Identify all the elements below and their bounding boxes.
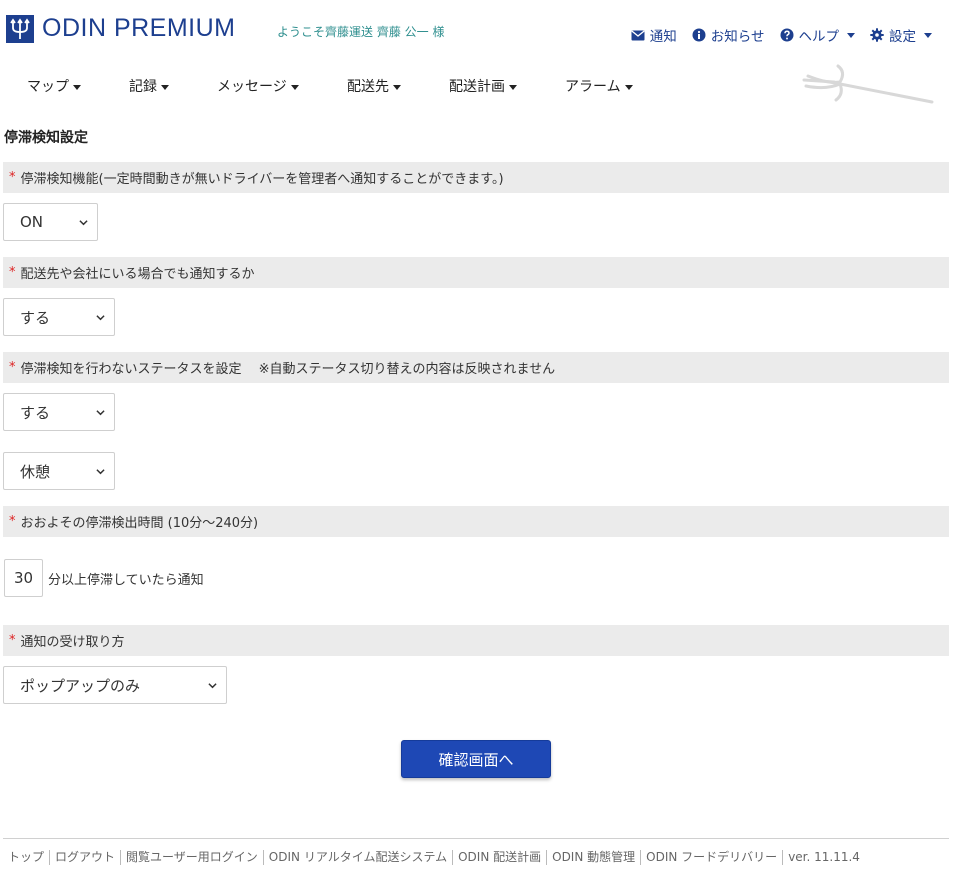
chevron-down-icon <box>290 84 299 90</box>
nav-plans[interactable]: 配送計画 <box>449 76 517 96</box>
required-mark: * <box>9 265 16 280</box>
status-enable-select[interactable]: する <box>3 393 115 431</box>
chevron-down-icon <box>161 84 169 90</box>
section-duration: * おおよその停滞検出時間 (10分～240分) <box>3 506 949 537</box>
chevron-down-icon <box>208 683 217 689</box>
app-header: ODIN PREMIUM ようこそ齊藤運送 齊藤 公一 様 通知 お知らせ ヘル… <box>0 0 954 60</box>
footer: トップ ログアウト 閲覧ユーザー用ログイン ODIN リアルタイム配送システム … <box>4 850 865 865</box>
duration-input[interactable]: 30 <box>4 559 43 597</box>
question-icon <box>780 28 793 42</box>
nav-messages-label: メッセージ <box>217 79 287 95</box>
notify-label: 通知 <box>649 29 677 45</box>
required-mark: * <box>9 514 16 529</box>
news-link[interactable]: お知らせ <box>692 25 765 45</box>
footer-link-plans[interactable]: ODIN 配送計画 <box>452 850 546 865</box>
envelope-icon <box>631 29 645 40</box>
required-mark: * <box>9 633 16 648</box>
chevron-down-icon <box>847 32 855 38</box>
news-label: お知らせ <box>710 29 765 45</box>
receive-select[interactable]: ポップアップのみ <box>3 666 227 704</box>
info-icon <box>692 28 706 42</box>
nav-plans-label: 配送計画 <box>449 79 505 95</box>
chevron-down-icon <box>73 84 81 90</box>
footer-link-viewer-login[interactable]: 閲覧ユーザー用ログイン <box>120 850 263 865</box>
settings-menu[interactable]: 設定 <box>870 25 932 45</box>
chevron-down-icon <box>96 315 105 321</box>
logo-text: ODIN PREMIUM <box>42 14 236 42</box>
chevron-down-icon <box>96 469 105 475</box>
trident-logo-icon <box>6 14 34 43</box>
nav-records-label: 記録 <box>129 79 157 95</box>
help-label: ヘルプ <box>798 29 840 45</box>
footer-link-top[interactable]: トップ <box>4 850 49 865</box>
footer-link-logout[interactable]: ログアウト <box>49 850 120 865</box>
nav-alarms-label: アラーム <box>565 79 621 95</box>
footer-link-tracking[interactable]: ODIN 動態管理 <box>546 850 640 865</box>
page-title: 停滞検知設定 <box>4 130 88 146</box>
footer-link-realtime[interactable]: ODIN リアルタイム配送システム <box>262 850 452 865</box>
gear-icon <box>870 28 884 42</box>
section-duration-label: おおよその停滞検出時間 (10分～240分) <box>20 516 259 531</box>
nav-destinations-label: 配送先 <box>347 79 389 95</box>
nav-map-label: マップ <box>27 79 69 95</box>
version-label: ver. 11.11.4 <box>782 850 865 865</box>
trident-decoration-icon <box>802 64 934 104</box>
footer-divider <box>3 838 949 839</box>
chevron-down-icon <box>393 84 401 90</box>
at-location-select-value: する <box>20 308 51 327</box>
section-at-location-label: 配送先や会社にいる場合でも通知するか <box>20 267 255 282</box>
top-links: 通知 お知らせ ヘルプ 設定 <box>631 25 932 45</box>
nav-map[interactable]: マップ <box>27 76 81 96</box>
duration-suffix: 分以上停滞していたら通知 <box>48 573 204 588</box>
footer-link-food[interactable]: ODIN フードデリバリー <box>640 850 782 865</box>
settings-label: 設定 <box>889 29 916 45</box>
section-status: * 停滞検知を行わないステータスを設定 ※自動ステータス切り替えの内容は反映され… <box>3 352 949 383</box>
at-location-select[interactable]: する <box>3 298 115 336</box>
function-select-value: ON <box>20 213 44 231</box>
function-select[interactable]: ON <box>3 203 98 241</box>
required-mark: * <box>9 170 16 185</box>
welcome-message: ようこそ齊藤運送 齊藤 公一 様 <box>277 25 445 39</box>
chevron-down-icon <box>624 84 633 90</box>
chevron-down-icon <box>96 410 105 416</box>
nav-messages[interactable]: メッセージ <box>217 76 299 96</box>
section-status-label: 停滞検知を行わないステータスを設定 ※自動ステータス切り替えの内容は反映されませ… <box>20 362 556 377</box>
confirm-button[interactable]: 確認画面へ <box>401 740 551 778</box>
chevron-down-icon <box>79 220 88 226</box>
section-function-label: 停滞検知機能(一定時間動きが無いドライバーを管理者へ通知することができます。) <box>20 172 504 187</box>
duration-input-value: 30 <box>13 569 34 587</box>
nav-alarms[interactable]: アラーム <box>565 76 633 96</box>
chevron-down-icon <box>924 32 932 38</box>
section-function: * 停滞検知機能(一定時間動きが無いドライバーを管理者へ通知することができます。… <box>3 162 949 193</box>
receive-select-value: ポップアップのみ <box>20 676 141 695</box>
status-select-value: 休憩 <box>20 462 51 481</box>
app-logo[interactable]: ODIN PREMIUM <box>6 14 236 43</box>
help-menu[interactable]: ヘルプ <box>780 25 855 45</box>
section-at-location: * 配送先や会社にいる場合でも通知するか <box>3 257 949 288</box>
section-receive: * 通知の受け取り方 <box>3 625 949 656</box>
required-mark: * <box>9 360 16 375</box>
section-receive-label: 通知の受け取り方 <box>20 635 125 650</box>
status-enable-select-value: する <box>20 403 51 422</box>
status-select[interactable]: 休憩 <box>3 452 115 490</box>
nav-destinations[interactable]: 配送先 <box>347 76 401 96</box>
nav-records[interactable]: 記録 <box>129 76 169 96</box>
chevron-down-icon <box>509 84 517 90</box>
notify-link[interactable]: 通知 <box>631 25 677 45</box>
